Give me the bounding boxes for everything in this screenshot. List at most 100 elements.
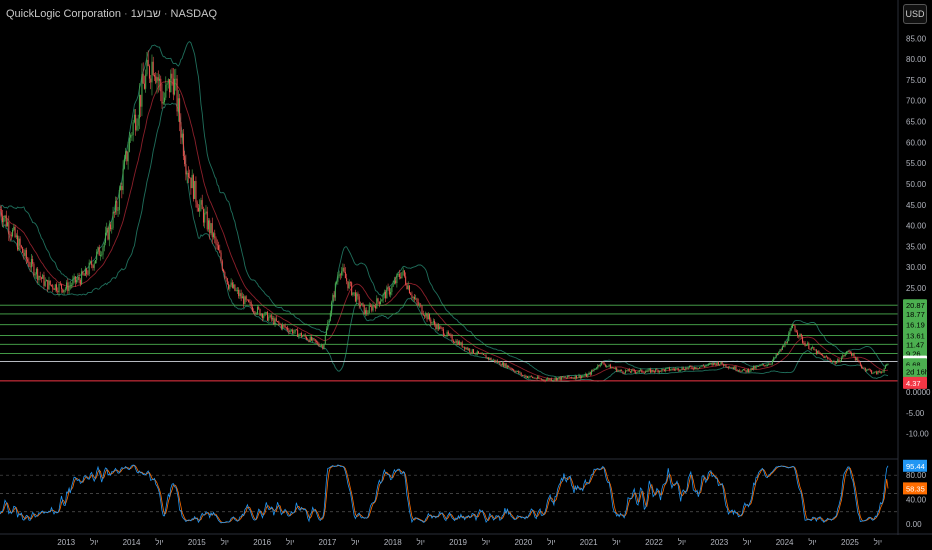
candle-body <box>760 365 762 366</box>
time-axis[interactable]: 2013 יול 2014 יול 2015 יול 2016 יול 2017 יול 2018 י… <box>0 533 932 547</box>
candle-body <box>481 353 483 355</box>
candle-body <box>817 351 819 354</box>
candle-body <box>377 298 379 302</box>
candle-body <box>503 362 505 367</box>
candle-body <box>623 372 625 374</box>
candle-body <box>86 268 88 275</box>
candle-body <box>504 363 506 367</box>
candle-body <box>187 172 189 178</box>
candle-body <box>292 329 294 334</box>
candle-body <box>510 367 512 370</box>
candle-body <box>567 375 569 378</box>
candle-body <box>5 215 7 227</box>
candle-body <box>549 378 551 380</box>
candle-body <box>676 368 678 369</box>
candle-body <box>390 291 392 295</box>
candle-body <box>3 217 5 223</box>
candle-body <box>680 370 682 371</box>
candle-body <box>758 366 760 368</box>
candle-body <box>140 94 142 107</box>
candle-body <box>740 371 742 372</box>
candle-body <box>731 367 733 369</box>
candle-body <box>658 370 660 373</box>
stochastic-pane[interactable]: 80.00 40.00 0.00 95.44 58.35 <box>0 459 927 529</box>
candle-body <box>598 365 600 367</box>
candle-body <box>246 299 248 301</box>
candle-body <box>655 369 657 372</box>
candle-body <box>57 290 59 293</box>
candle-body <box>793 324 795 326</box>
candle-body <box>265 312 267 313</box>
currency-button[interactable]: USD <box>903 4 927 24</box>
candle-body <box>833 361 835 363</box>
candle-body <box>629 371 631 373</box>
candle-body <box>770 363 772 365</box>
candle-body <box>640 369 642 371</box>
candle-body <box>351 282 353 296</box>
candle-body <box>848 351 850 353</box>
candle-body <box>251 306 253 312</box>
candle-body <box>97 247 99 252</box>
candle-body <box>293 331 295 334</box>
candle-body <box>318 344 320 347</box>
candle-body <box>48 280 50 290</box>
candle-body <box>784 342 786 347</box>
candle-body <box>235 290 237 292</box>
candle-body <box>385 291 387 299</box>
candle-body <box>753 366 755 370</box>
candle-body <box>71 285 73 286</box>
candle-body <box>157 77 159 81</box>
candle-body <box>514 370 516 373</box>
candle-body <box>253 311 255 313</box>
price-tick-label: 70.00 <box>906 97 927 106</box>
candle-body <box>506 365 508 368</box>
candle-body <box>775 354 777 358</box>
candle-body <box>29 266 31 268</box>
candle-body <box>521 375 523 376</box>
price-axis[interactable]: 85.00 80.00 75.00 70.00 65.00 60.00 55.00 50.00… <box>897 0 931 535</box>
candle-body <box>857 358 859 361</box>
candle-body <box>750 367 752 371</box>
candle-body <box>209 220 211 234</box>
candle-body <box>781 346 783 350</box>
candle-body <box>773 357 775 361</box>
candle-body <box>798 335 800 337</box>
candle-body <box>64 288 66 291</box>
candle-body <box>852 353 854 356</box>
symbol-title: QuickLogic Corporation · 1שבוע · NASDAQ <box>6 8 218 20</box>
candle-body <box>200 200 202 205</box>
candle-body <box>349 282 351 284</box>
candle-body <box>87 274 89 275</box>
candle-body <box>705 365 707 367</box>
candle-body <box>627 369 629 371</box>
candle-body <box>691 366 693 369</box>
candle-body <box>683 369 685 371</box>
candle-body <box>812 347 814 348</box>
price-pane[interactable] <box>0 41 898 460</box>
candle-body <box>229 285 231 289</box>
chart-canvas[interactable]: 80.00 40.00 0.00 95.44 58.35 85.00 80.00 75.00… <box>0 0 932 550</box>
time-axis-label: 2018 <box>384 538 402 547</box>
candle-body <box>147 59 149 67</box>
candle-body <box>717 362 719 365</box>
candle-body <box>646 371 648 372</box>
candle-body <box>118 189 120 211</box>
candle-body <box>324 335 326 344</box>
candle-body <box>343 267 345 272</box>
candle-body <box>4 215 6 218</box>
candle-body <box>373 305 375 307</box>
candle-body <box>138 94 140 119</box>
candle-body <box>357 293 359 297</box>
candle-body <box>637 371 639 373</box>
candle-body <box>380 301 382 305</box>
candle-body <box>839 360 841 362</box>
candle-body <box>115 201 117 213</box>
candle-body <box>106 227 108 233</box>
candle-body <box>534 377 536 379</box>
candle-body <box>732 367 734 370</box>
candle-body <box>382 294 384 300</box>
candle-body <box>179 98 181 123</box>
candle-body <box>234 284 236 291</box>
candle-body <box>128 137 130 152</box>
candle-body <box>116 201 118 211</box>
